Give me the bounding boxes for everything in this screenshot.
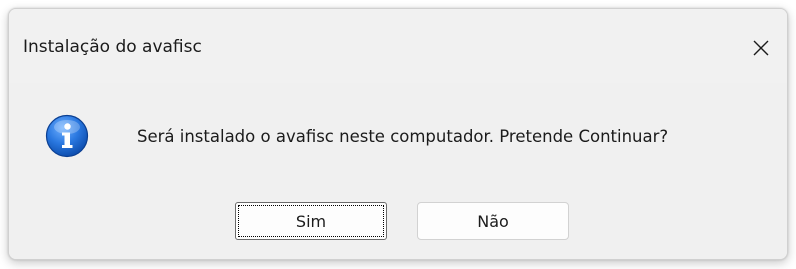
dialog-title: Instalação do avafisc <box>23 37 202 57</box>
dialog-body: Será instalado o avafisc neste computado… <box>9 83 787 259</box>
title-bar: Instalação do avafisc <box>9 9 787 83</box>
yes-button[interactable]: Sim <box>235 202 387 240</box>
info-icon <box>45 114 89 158</box>
close-button[interactable] <box>735 27 787 69</box>
no-button[interactable]: Não <box>417 202 569 240</box>
message-dialog: Instalação do avafisc Será instalado o a… <box>8 8 788 260</box>
close-icon <box>753 40 769 56</box>
dialog-message: Será instalado o avafisc neste computado… <box>137 127 669 146</box>
